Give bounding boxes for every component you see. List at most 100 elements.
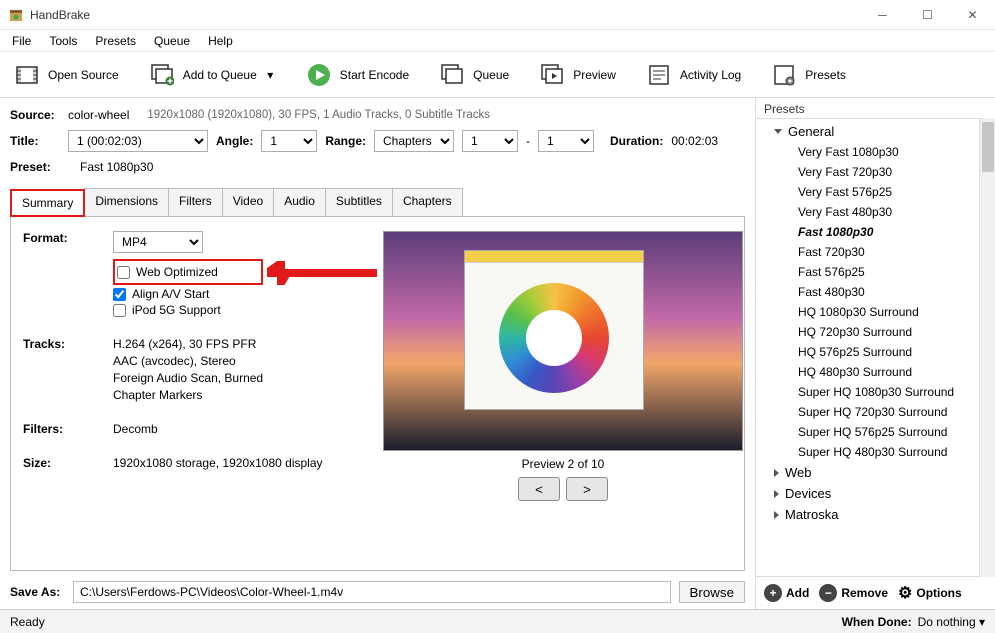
- preset-item[interactable]: HQ 720p30 Surround: [756, 322, 979, 342]
- film-icon: [14, 62, 40, 88]
- preset-item[interactable]: Fast 576p25: [756, 262, 979, 282]
- tab-video[interactable]: Video: [222, 188, 274, 216]
- track-chapters: Chapter Markers: [113, 388, 363, 402]
- range-end-select[interactable]: 1: [538, 130, 594, 152]
- preset-cat-matroska[interactable]: Matroska: [756, 504, 979, 525]
- menu-presets[interactable]: Presets: [87, 32, 144, 50]
- ipod-checkbox[interactable]: iPod 5G Support: [113, 303, 363, 317]
- chevron-down-icon: [774, 129, 782, 134]
- menu-queue[interactable]: Queue: [146, 32, 198, 50]
- preset-cat-devices[interactable]: Devices: [756, 483, 979, 504]
- track-audio: AAC (avcodec), Stereo: [113, 354, 363, 368]
- maximize-button[interactable]: ☐: [905, 0, 950, 30]
- tab-summary[interactable]: Summary: [10, 189, 85, 217]
- menu-tools[interactable]: Tools: [41, 32, 85, 50]
- preset-item[interactable]: Very Fast 720p30: [756, 162, 979, 182]
- range-label: Range:: [325, 134, 366, 148]
- status-text: Ready: [10, 615, 45, 629]
- presets-button[interactable]: Presets: [763, 58, 854, 92]
- size-value: 1920x1080 storage, 1920x1080 display: [113, 456, 363, 470]
- presets-pane: Presets General Very Fast 1080p30 Very F…: [755, 98, 995, 609]
- highlight-arrow-icon: [267, 261, 377, 285]
- preview-prev-button[interactable]: <: [518, 477, 560, 501]
- minimize-button[interactable]: ─: [860, 0, 905, 30]
- preset-item[interactable]: HQ 480p30 Surround: [756, 362, 979, 382]
- ipod-label: iPod 5G Support: [132, 303, 221, 317]
- left-panel: Source: color-wheel 1920x1080 (1920x1080…: [0, 98, 755, 609]
- presets-scrollbar[interactable]: [979, 118, 995, 577]
- track-subtitle: Foreign Audio Scan, Burned: [113, 371, 363, 385]
- title-select[interactable]: 1 (00:02:03): [68, 130, 208, 152]
- tab-filters[interactable]: Filters: [168, 188, 223, 216]
- add-to-queue-label: Add to Queue: [183, 68, 257, 82]
- activity-label: Activity Log: [680, 68, 741, 82]
- titlebar: HandBrake ─ ☐ ✕: [0, 0, 995, 30]
- start-encode-button[interactable]: Start Encode: [298, 58, 417, 92]
- chevron-down-icon[interactable]: ▾: [265, 69, 276, 80]
- align-av-label: Align A/V Start: [132, 287, 209, 301]
- preset-item[interactable]: Super HQ 480p30 Surround: [756, 442, 979, 462]
- align-av-checkbox[interactable]: Align A/V Start: [113, 287, 363, 301]
- save-as-input[interactable]: [73, 581, 671, 603]
- minus-icon: −: [819, 584, 837, 602]
- range-start-select[interactable]: 1: [462, 130, 518, 152]
- preset-item[interactable]: Super HQ 576p25 Surround: [756, 422, 979, 442]
- preset-item[interactable]: HQ 1080p30 Surround: [756, 302, 979, 322]
- size-label: Size:: [23, 456, 103, 470]
- format-label: Format:: [23, 231, 103, 245]
- preset-cat-web[interactable]: Web: [756, 462, 979, 483]
- range-select[interactable]: Chapters: [374, 130, 454, 152]
- preview-next-button[interactable]: >: [566, 477, 608, 501]
- menu-help[interactable]: Help: [200, 32, 241, 50]
- filters-label: Filters:: [23, 422, 103, 436]
- tab-dimensions[interactable]: Dimensions: [84, 188, 169, 216]
- chevron-right-icon: [774, 469, 779, 477]
- preset-item[interactable]: Fast 720p30: [756, 242, 979, 262]
- format-select[interactable]: MP4: [113, 231, 203, 253]
- source-info: 1920x1080 (1920x1080), 30 FPS, 1 Audio T…: [147, 109, 490, 121]
- preview-icon: [539, 62, 565, 88]
- browse-button[interactable]: Browse: [679, 581, 745, 603]
- close-button[interactable]: ✕: [950, 0, 995, 30]
- queue-button[interactable]: Queue: [431, 58, 517, 92]
- web-optimized-label: Web Optimized: [136, 265, 218, 279]
- source-label: Source:: [10, 108, 60, 122]
- web-optimized-checkbox[interactable]: Web Optimized: [117, 265, 255, 279]
- presets-header: Presets: [756, 98, 995, 118]
- preset-item[interactable]: Fast 480p30: [756, 282, 979, 302]
- preview-button[interactable]: Preview: [531, 58, 624, 92]
- content: Source: color-wheel 1920x1080 (1920x1080…: [0, 98, 995, 609]
- presets-toolbar: +Add −Remove ⚙Options: [756, 577, 995, 609]
- play-icon: [306, 62, 332, 88]
- add-queue-icon: [149, 62, 175, 88]
- activity-log-button[interactable]: Activity Log: [638, 58, 749, 92]
- window-title: HandBrake: [30, 8, 860, 22]
- preset-add-button[interactable]: +Add: [764, 584, 809, 602]
- preset-item[interactable]: Super HQ 1080p30 Surround: [756, 382, 979, 402]
- tab-subtitles[interactable]: Subtitles: [325, 188, 393, 216]
- menu-file[interactable]: File: [4, 32, 39, 50]
- open-source-button[interactable]: Open Source: [6, 58, 127, 92]
- tab-chapters[interactable]: Chapters: [392, 188, 463, 216]
- preset-item[interactable]: Very Fast 480p30: [756, 202, 979, 222]
- preset-cat-general[interactable]: General: [756, 121, 979, 142]
- menubar: File Tools Presets Queue Help: [0, 30, 995, 52]
- preset-item[interactable]: HQ 576p25 Surround: [756, 342, 979, 362]
- when-done-value[interactable]: Do nothing ▾: [918, 615, 985, 629]
- preset-item[interactable]: Very Fast 576p25: [756, 182, 979, 202]
- color-wheel-icon: [499, 283, 609, 393]
- preset-item[interactable]: Very Fast 1080p30: [756, 142, 979, 162]
- preset-options-button[interactable]: ⚙Options: [898, 583, 962, 603]
- presets-tree[interactable]: General Very Fast 1080p30 Very Fast 720p…: [756, 118, 979, 577]
- preset-item[interactable]: Super HQ 720p30 Surround: [756, 402, 979, 422]
- preset-value: Fast 1080p30: [80, 160, 153, 174]
- add-to-queue-button[interactable]: Add to Queue ▾: [141, 58, 284, 92]
- queue-label: Queue: [473, 68, 509, 82]
- angle-select[interactable]: 1: [261, 130, 317, 152]
- tab-audio[interactable]: Audio: [273, 188, 326, 216]
- save-as-row: Save As: Browse: [10, 571, 745, 603]
- duration-label: Duration:: [610, 134, 663, 148]
- preset-item-selected[interactable]: Fast 1080p30: [756, 222, 979, 242]
- preset-remove-button[interactable]: −Remove: [819, 584, 888, 602]
- gear-icon: ⚙: [898, 583, 912, 603]
